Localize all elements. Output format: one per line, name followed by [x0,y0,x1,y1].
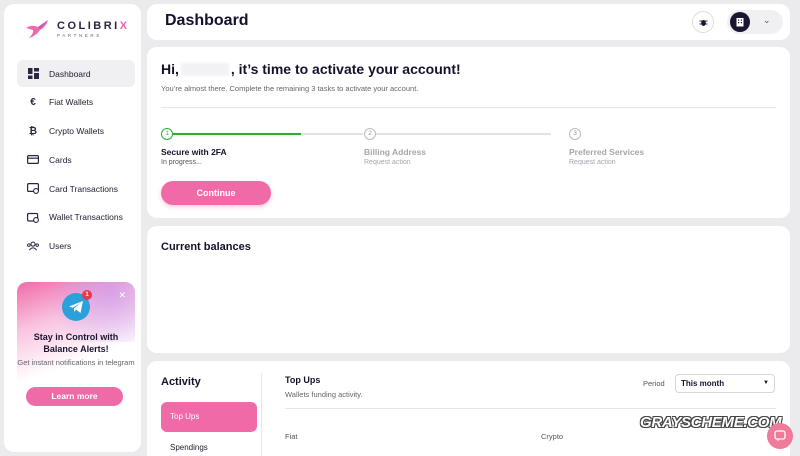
close-icon[interactable]: ✕ [118,290,126,301]
step-3-indicator: 3 [569,128,581,140]
account-menu[interactable]: ⌄ [727,10,783,34]
sidebar-item-label: Card Transactions [49,183,118,194]
step-2-indicator: 2 [364,128,376,140]
column-header-crypto: Crypto [541,432,564,441]
chevron-down-icon: ⌄ [763,15,771,25]
activity-section-heading: Top Ups [285,375,321,385]
column-header-fiat: Fiat [285,432,298,441]
sidebar-item-fiat-wallets[interactable]: € Fiat Wallets [17,89,135,116]
sidebar-item-wallet-transactions[interactable]: Wallet Transactions [17,204,135,231]
step-progress-complete [173,133,301,135]
activation-card: Hi,, it’s time to activate your account!… [147,47,790,218]
sidebar-item-label: Users [49,241,72,252]
promo-title: Stay in Control with Balance Alerts! [33,332,119,354]
sidebar-item-label: Fiat Wallets [49,97,94,108]
redacted-username [180,63,229,76]
watermark: GRAYSCHEME.COM [640,414,782,431]
top-header: Dashboard ⌄ [147,4,790,40]
sidebar-item-users[interactable]: Users [17,233,135,260]
step-1-status: In progress... [161,159,202,166]
avatar[interactable] [730,12,750,32]
card-icon [27,154,39,166]
chat-launcher-button[interactable] [767,423,793,449]
activity-card: Activity Top Ups Spendings Top Ups Walle… [147,361,790,456]
step-2-status: Request action [364,159,411,166]
sidebar-item-card-transactions[interactable]: Card Transactions [17,175,135,202]
divider [285,408,776,409]
step-1-indicator: 1 [161,128,173,140]
sidebar-item-cards[interactable]: Cards [17,146,135,173]
bitcoin-icon: ₿ [28,125,38,137]
dashboard-icon [27,68,39,80]
current-balances-card: Current balances [147,226,790,353]
period-select-value: This month [681,379,725,388]
sidebar-item-label: Wallet Transactions [49,212,123,223]
step-1-title: Secure with 2FA [161,147,227,157]
activation-subtitle: You’re almost there. Complete the remain… [161,84,419,93]
page-title: Dashboard [165,12,249,29]
brand-name: COLIBRIX [57,20,130,32]
activity-section-subtitle: Wallets funding activity. [285,390,363,399]
euro-icon: € [30,96,36,108]
bug-report-button[interactable] [692,11,714,33]
caret-down-icon: ▼ [763,380,769,386]
step-3-title: Preferred Services [569,147,645,157]
balance-alerts-promo: ✕ 1 Stay in Control with Balance Alerts!… [17,282,135,416]
sidebar-item-label: Cards [49,154,72,165]
divider [261,373,262,456]
continue-button[interactable]: Continue [161,181,271,205]
wallet-transactions-icon [27,211,39,223]
sidebar-item-crypto-wallets[interactable]: ₿ Crypto Wallets [17,118,135,145]
hummingbird-logo-icon [26,20,48,38]
promo-description: Get instant notifications in telegram [17,358,135,367]
telegram-icon: 1 [62,290,92,321]
brand-subtitle: PARTNERS [57,33,102,38]
activity-title: Activity [161,376,201,388]
sidebar-item-dashboard[interactable]: Dashboard [17,60,135,87]
card-transactions-icon [27,183,39,195]
logo[interactable]: COLIBRIX PARTNERS [24,18,130,40]
sidebar-nav: Dashboard € Fiat Wallets ₿ Crypto Wallet… [17,60,135,262]
period-label: Period [643,379,665,388]
learn-more-button[interactable]: Learn more [26,387,123,406]
sidebar-item-label: Dashboard [49,68,91,79]
balances-title: Current balances [161,241,251,253]
step-2-title: Billing Address [364,147,427,157]
tab-top-ups[interactable]: Top Ups [161,402,257,432]
notification-badge: 1 [82,290,92,300]
sidebar-item-label: Crypto Wallets [49,126,104,137]
chat-icon [774,430,786,442]
period-select[interactable]: This month ▼ [675,374,775,393]
sidebar: COLIBRIX PARTNERS Dashboard € Fiat Walle… [4,4,141,452]
step-3-status: Request action [569,159,616,166]
step-progress-pending [375,133,551,135]
step-progress-pending [301,133,363,135]
building-icon [736,18,744,27]
tab-spendings[interactable]: Spendings [170,443,208,452]
divider [161,107,776,108]
users-icon [27,240,39,252]
greeting-heading: Hi,, it’s time to activate your account! [161,61,461,77]
bug-icon [699,19,707,26]
